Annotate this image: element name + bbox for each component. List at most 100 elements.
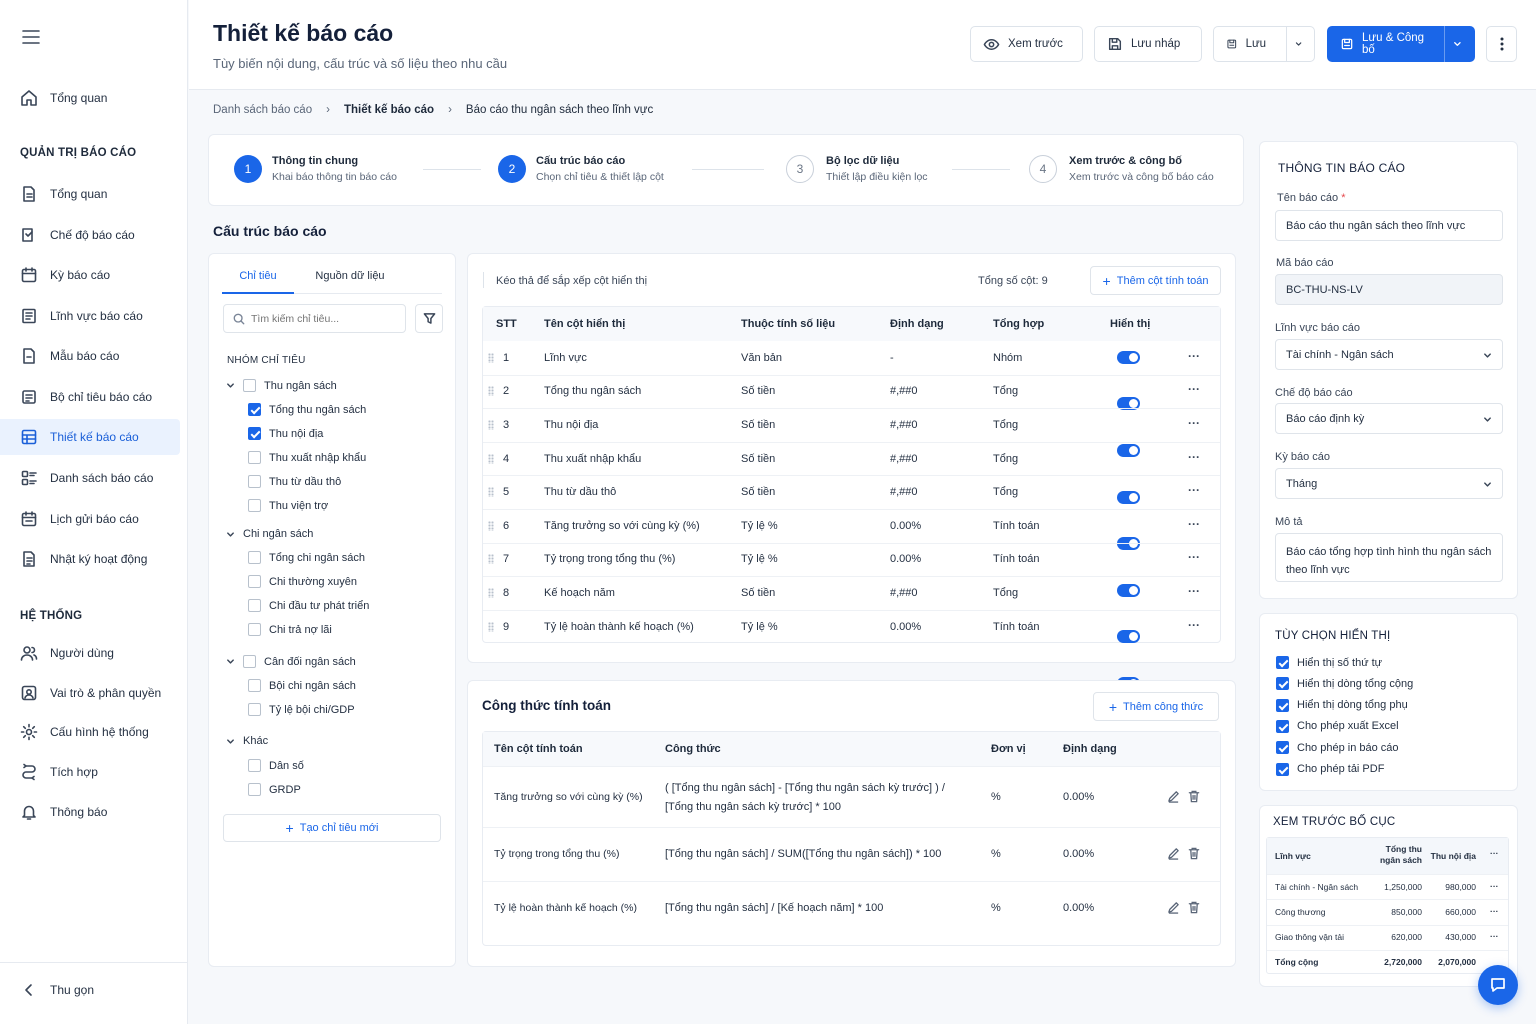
drag-handle-icon[interactable] — [488, 487, 494, 498]
sidebar-item-overview-top[interactable]: Tổng quan — [0, 80, 180, 116]
collapse-button[interactable]: Thu gọn — [0, 972, 180, 1008]
indicator-item[interactable]: Tỷ lệ bội chi/GDP — [248, 703, 355, 716]
indicator-item[interactable]: Thu từ dầu thô — [248, 475, 341, 488]
sidebar-item-report-template[interactable]: Mẫu báo cáo — [0, 338, 180, 374]
visibility-toggle[interactable] — [1117, 350, 1140, 364]
trash-icon[interactable] — [1188, 847, 1200, 860]
more-horizontal-icon[interactable]: ··· — [1188, 618, 1200, 632]
display-option[interactable]: Hiển thị dòng tổng phụ — [1276, 698, 1408, 712]
drag-handle-icon[interactable] — [488, 588, 494, 598]
indicator-item[interactable]: GRDP — [248, 783, 301, 796]
sidebar-item-report-list[interactable]: Danh sách báo cáo — [0, 460, 180, 496]
sidebar-item-overview[interactable]: Tổng quan — [0, 176, 180, 212]
group-other[interactable]: Khác — [226, 735, 268, 747]
group-revenue[interactable]: Thu ngân sách — [226, 379, 337, 392]
chevron-down-icon[interactable] — [1453, 39, 1462, 49]
display-option[interactable]: Cho phép xuất Excel — [1276, 719, 1399, 733]
report-field-select[interactable]: Tài chính - Ngân sách — [1275, 339, 1503, 370]
indicator-item[interactable]: Thu viện trợ — [248, 499, 328, 512]
group-checkbox[interactable] — [243, 655, 256, 668]
indicator-checkbox[interactable] — [248, 783, 261, 796]
indicator-item[interactable]: Chi thường xuyên — [248, 575, 357, 588]
chevron-down-icon[interactable] — [1295, 39, 1302, 49]
column-row[interactable] — [483, 341, 1220, 375]
trash-icon[interactable] — [1188, 790, 1200, 803]
more-horizontal-icon[interactable]: ··· — [1188, 450, 1200, 464]
more-horizontal-icon[interactable]: ··· — [1490, 931, 1499, 941]
indicator-checkbox[interactable] — [248, 403, 261, 416]
indicator-item[interactable]: Bội chi ngân sách — [248, 679, 356, 692]
edit-icon[interactable] — [1167, 847, 1180, 860]
more-horizontal-icon[interactable]: ··· — [1188, 517, 1200, 531]
display-option[interactable]: Hiển thị dòng tổng cộng — [1276, 677, 1413, 691]
more-horizontal-icon[interactable]: ··· — [1188, 416, 1200, 430]
option-checkbox[interactable] — [1276, 741, 1289, 755]
drag-handle-icon[interactable] — [488, 420, 494, 430]
drag-handle-icon[interactable] — [488, 453, 494, 464]
step-3[interactable]: 3 Bộ lọc dữ liệu Thiết lập điều kiện lọc — [786, 155, 928, 183]
search-input[interactable] — [251, 312, 401, 325]
indicator-item[interactable]: Thu xuất nhập khẩu — [248, 451, 366, 464]
chevron-down-icon[interactable] — [226, 381, 235, 390]
step-1[interactable]: 1 Thông tin chung Khai báo thông tin báo … — [234, 155, 397, 183]
sidebar-item-users[interactable]: Người dùng — [0, 635, 180, 671]
breadcrumb-report-list[interactable]: Danh sách báo cáo — [213, 104, 312, 116]
indicator-checkbox[interactable] — [248, 575, 261, 588]
more-horizontal-icon[interactable]: ··· — [1188, 349, 1200, 363]
option-checkbox[interactable] — [1276, 677, 1289, 691]
indicator-item[interactable]: Tổng thu ngân sách — [248, 403, 366, 416]
tab-indicators[interactable]: Chỉ tiêu — [222, 270, 294, 294]
sidebar-item-integration[interactable]: Tích hợp — [0, 754, 180, 790]
drag-handle-icon[interactable] — [488, 520, 494, 531]
group-balance[interactable]: Cân đối ngân sách — [226, 655, 356, 668]
sidebar-item-roles[interactable]: Vai trò & phân quyền — [0, 675, 180, 711]
step-4[interactable]: 4 Xem trước & công bố Xem trước và công b… — [1029, 155, 1214, 183]
more-horizontal-icon[interactable]: ··· — [1490, 906, 1499, 916]
sidebar-item-report-schedule[interactable]: Lịch gửi báo cáo — [0, 501, 180, 537]
add-formula-button[interactable]: + Thêm công thức — [1093, 692, 1219, 721]
save-button[interactable]: Lưu — [1213, 26, 1315, 62]
preview-more-icon[interactable]: ··· — [1490, 848, 1499, 858]
option-checkbox[interactable] — [1276, 762, 1289, 776]
indicator-checkbox[interactable] — [248, 679, 261, 692]
indicator-item[interactable]: Dân số — [248, 759, 304, 772]
indicator-item[interactable]: Chi trả nợ lãi — [248, 623, 332, 636]
tab-data-source[interactable]: Nguồn dữ liệu — [300, 270, 400, 294]
chat-support-button[interactable] — [1478, 965, 1518, 1005]
drag-handle-icon[interactable] — [488, 352, 494, 363]
indicator-checkbox[interactable] — [248, 499, 261, 512]
chevron-down-icon[interactable] — [226, 737, 235, 746]
more-horizontal-icon[interactable]: ··· — [1188, 382, 1200, 396]
indicator-checkbox[interactable] — [248, 599, 261, 612]
sidebar-item-activity-log[interactable]: Nhật ký hoạt động — [0, 541, 180, 577]
display-option[interactable]: Cho phép tải PDF — [1276, 762, 1384, 776]
group-expense[interactable]: Chi ngân sách — [226, 528, 313, 540]
drag-handle-icon[interactable] — [488, 554, 494, 565]
create-indicator-button[interactable]: + Tạo chỉ tiêu mới — [223, 814, 441, 842]
display-option[interactable]: Cho phép in báo cáo — [1276, 741, 1399, 755]
indicator-item[interactable]: Thu nội địa — [248, 427, 323, 440]
indicator-checkbox[interactable] — [248, 551, 261, 564]
display-option[interactable]: Hiển thị số thứ tự — [1276, 656, 1382, 669]
chevron-down-icon[interactable] — [226, 530, 235, 539]
indicator-checkbox[interactable] — [248, 475, 261, 488]
edit-icon[interactable] — [1167, 901, 1180, 914]
edit-icon[interactable] — [1167, 790, 1180, 803]
preview-button[interactable]: Xem trước — [970, 26, 1083, 62]
indicator-checkbox[interactable] — [248, 451, 261, 464]
report-period-select[interactable]: Tháng — [1275, 468, 1503, 499]
sidebar-item-report-design[interactable]: Thiết kế báo cáo — [0, 419, 180, 455]
indicator-search[interactable] — [223, 304, 406, 333]
more-horizontal-icon[interactable]: ··· — [1490, 881, 1499, 891]
indicator-checkbox[interactable] — [248, 759, 261, 772]
more-options-button[interactable] — [1486, 26, 1517, 62]
indicator-checkbox[interactable] — [248, 427, 261, 440]
indicator-checkbox[interactable] — [248, 703, 261, 716]
sidebar-item-notifications[interactable]: Thông báo — [0, 794, 180, 830]
option-checkbox[interactable] — [1276, 698, 1289, 712]
group-checkbox[interactable] — [243, 379, 256, 392]
more-horizontal-icon[interactable]: ··· — [1188, 584, 1200, 598]
report-mode-select[interactable]: Báo cáo định kỳ — [1275, 403, 1503, 434]
sidebar-item-report-field[interactable]: Lĩnh vực báo cáo — [0, 298, 180, 334]
indicator-item[interactable]: Chi đầu tư phát triển — [248, 599, 369, 612]
